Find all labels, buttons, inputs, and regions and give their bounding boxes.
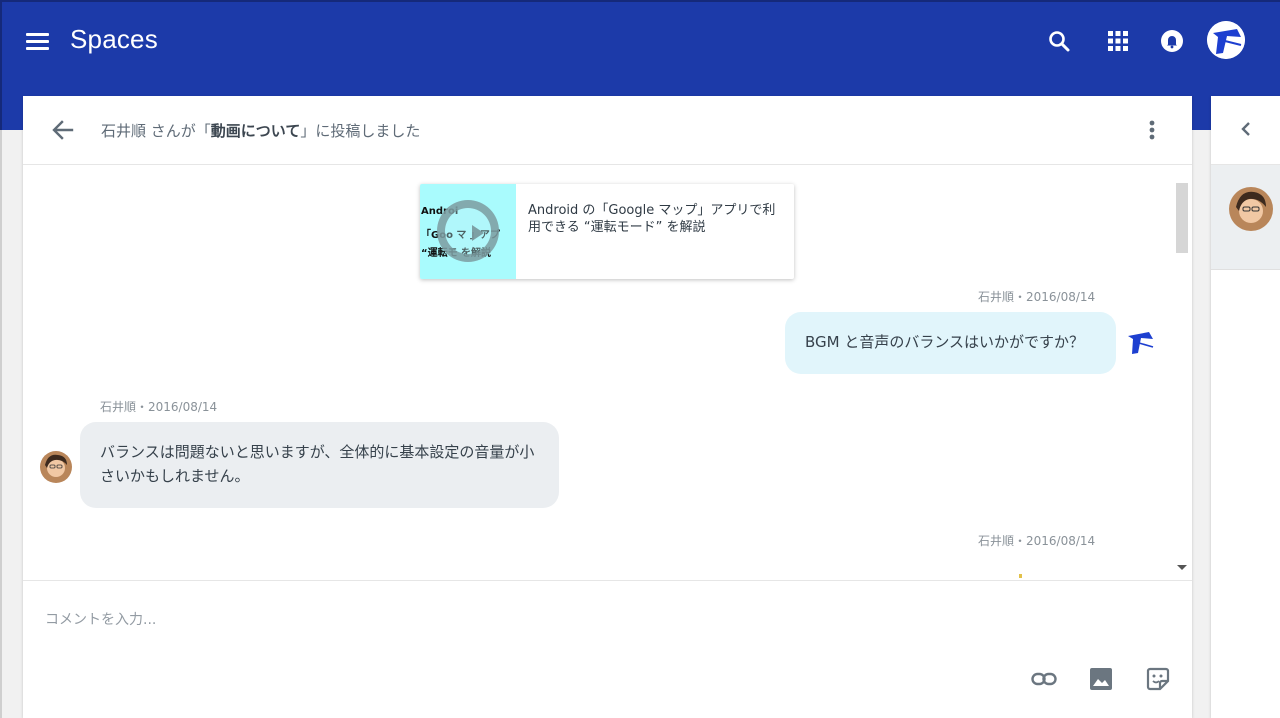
message-bubble[interactable]: BGM と音声のバランスはいかがですか？ — [785, 312, 1116, 374]
space-name-link[interactable]: 動画について — [211, 122, 301, 140]
post-title: 石井順 さんが「動画について」に投稿しました — [101, 120, 420, 141]
video-link-card[interactable]: Androi 「Goo マ 」アプ “運転モ を解説 Android の「Goo… — [420, 184, 794, 279]
post-title-suffix: 」に投稿しました — [300, 122, 421, 140]
post-card: 石井順 さんが「動画について」に投稿しました Androi 「Goo マ 」アプ… — [23, 96, 1192, 718]
scroll-thumb[interactable] — [1176, 183, 1188, 253]
link-card-title: Android の「Google マップ」アプリで利用できる “運転モード” を… — [528, 203, 776, 235]
chevron-left-icon[interactable] — [1233, 116, 1259, 142]
message-meta: 石井順・2016/08/14 — [978, 534, 1096, 548]
more-vert-icon[interactable] — [1142, 116, 1162, 144]
search-icon[interactable] — [1044, 26, 1074, 56]
scroll-down-arrow-icon[interactable] — [1177, 565, 1187, 570]
message-meta: 石井順・2016/08/14 — [978, 290, 1096, 304]
members-side-panel — [1211, 96, 1280, 718]
menu-icon[interactable] — [22, 26, 54, 58]
notifications-bell-icon[interactable] — [1157, 26, 1187, 56]
member-avatar[interactable] — [1229, 187, 1273, 231]
member-avatar[interactable] — [40, 451, 72, 483]
link-icon[interactable] — [1030, 665, 1058, 693]
message-meta: 石井順・2016/08/14 — [100, 400, 218, 414]
play-icon[interactable] — [437, 200, 499, 262]
post-header: 石井順 さんが「動画について」に投稿しました — [23, 96, 1192, 165]
app-title: Spaces — [70, 24, 158, 54]
message-bubble[interactable]: バランスは問題ないと思いますが、全体的に基本設定の音量が小さいかもしれません。 — [80, 422, 559, 508]
image-icon[interactable] — [1087, 665, 1115, 693]
apps-grid-icon[interactable] — [1103, 26, 1133, 56]
sticker-icon[interactable] — [1144, 665, 1172, 693]
user-avatar[interactable] — [1207, 21, 1245, 59]
post-title-prefix: 石井順 さんが「 — [101, 122, 211, 140]
back-arrow-icon[interactable] — [49, 116, 77, 144]
divider — [1211, 269, 1280, 270]
thread-scrollbar[interactable] — [1174, 171, 1190, 579]
comment-composer — [23, 580, 1192, 718]
user-avatar[interactable] — [1124, 326, 1156, 358]
video-thumbnail: Androi 「Goo マ 」アプ “運転モ を解説 — [420, 184, 516, 279]
window-edge — [0, 130, 2, 718]
message-thread[interactable]: Androi 「Goo マ 」アプ “運転モ を解説 Android の「Goo… — [23, 166, 1173, 578]
side-member-item[interactable] — [1211, 165, 1280, 269]
partial-message — [1019, 574, 1022, 578]
comment-input[interactable] — [45, 605, 945, 635]
